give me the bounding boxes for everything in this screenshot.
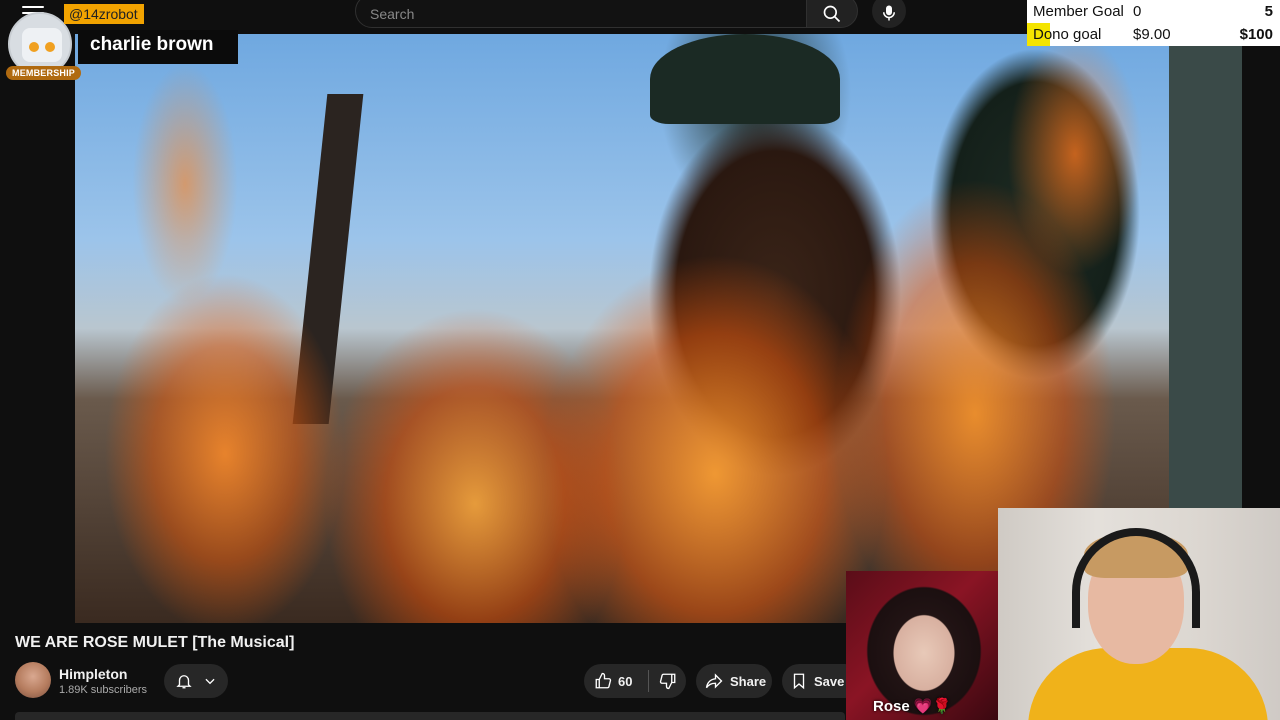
dono-goal-target: $100 bbox=[1239, 26, 1273, 43]
dono-goal-label: Dono goal bbox=[1033, 26, 1102, 43]
voice-search-button[interactable] bbox=[872, 0, 906, 28]
chat-message: charlie brown bbox=[78, 30, 238, 64]
subscriber-count: 1.89K subscribers bbox=[59, 684, 148, 696]
chat-username: @14zrobot bbox=[64, 4, 144, 24]
like-button[interactable]: 60 bbox=[584, 672, 648, 690]
dono-goal-row: Dono goal $9.00 $100 bbox=[1027, 23, 1280, 46]
video-title: WE ARE ROSE MULET [The Musical] bbox=[15, 634, 295, 651]
like-count: 60 bbox=[618, 673, 633, 689]
goals-overlay: Member Goal 0 5 Dono goal $9.00 $100 bbox=[1027, 0, 1280, 46]
search-input[interactable] bbox=[356, 0, 806, 27]
thumbs-up-icon bbox=[595, 672, 612, 689]
search-button[interactable] bbox=[806, 0, 858, 28]
bookmark-icon bbox=[793, 673, 805, 690]
member-goal-target: 5 bbox=[1264, 3, 1273, 20]
description-box-edge bbox=[15, 712, 845, 720]
side-strip bbox=[1169, 46, 1242, 508]
search-box[interactable] bbox=[355, 0, 807, 28]
notification-button[interactable] bbox=[164, 664, 228, 698]
bell-icon bbox=[176, 675, 192, 689]
member-goal-label: Member Goal bbox=[1033, 3, 1124, 20]
chevron-down-icon bbox=[205, 678, 215, 685]
member-goal-row: Member Goal 0 5 bbox=[1027, 0, 1280, 23]
save-label: Save bbox=[814, 673, 845, 689]
like-dislike-group: 60 bbox=[584, 664, 686, 698]
search-icon bbox=[823, 5, 841, 23]
share-label: Share bbox=[730, 673, 767, 689]
share-button[interactable]: Share bbox=[696, 664, 772, 698]
guest-webcam-label: Rose 💗🌹 bbox=[873, 698, 952, 715]
thumbs-down-icon bbox=[659, 673, 675, 690]
dono-goal-current: $9.00 bbox=[1133, 26, 1171, 43]
streamer-webcam bbox=[998, 508, 1280, 720]
channel-avatar[interactable] bbox=[15, 662, 51, 698]
share-icon bbox=[705, 673, 723, 689]
dislike-button[interactable] bbox=[649, 672, 686, 690]
channel-name[interactable]: Himpleton bbox=[59, 666, 127, 682]
membership-badge: MEMBERSHIP bbox=[6, 66, 82, 80]
chat-overlay: MEMBERSHIP @14zrobot charlie brown bbox=[0, 0, 240, 84]
member-goal-current: 0 bbox=[1133, 3, 1142, 20]
microphone-icon bbox=[883, 5, 895, 21]
